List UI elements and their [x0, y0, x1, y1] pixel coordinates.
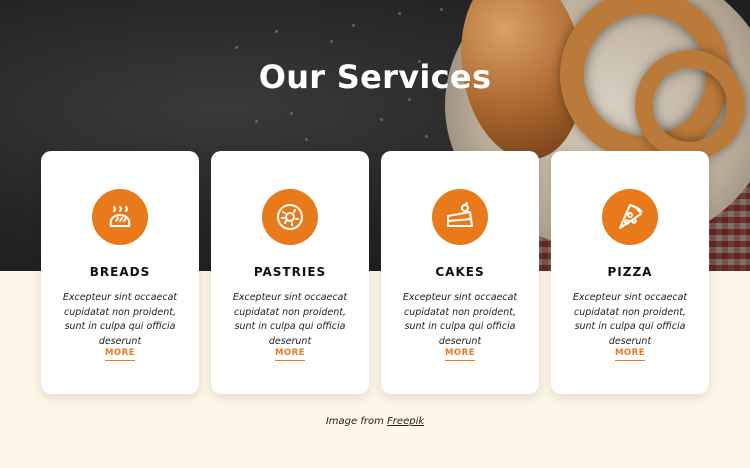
- seed-speck: [408, 98, 411, 101]
- page-title: Our Services: [258, 58, 492, 96]
- bread-icon: [92, 189, 148, 245]
- seed-speck: [352, 24, 355, 27]
- donut-icon: [262, 189, 318, 245]
- freepik-link[interactable]: Freepik: [387, 416, 424, 427]
- credit-prefix: Image from: [325, 416, 384, 427]
- seed-speck: [290, 112, 293, 115]
- seed-speck: [305, 138, 308, 141]
- seed-speck: [235, 46, 238, 49]
- seed-speck: [330, 40, 333, 43]
- service-title: CAKES: [435, 265, 485, 279]
- service-card-breads: BREADS Excepteur sint occaecat cupidatat…: [41, 151, 199, 394]
- service-description: Excepteur sint occaecat cupidatat non pr…: [572, 292, 688, 347]
- seed-speck: [398, 12, 401, 15]
- cake-icon: [432, 189, 488, 245]
- seed-speck: [255, 120, 258, 123]
- service-title: PIZZA: [607, 265, 653, 279]
- service-title: PASTRIES: [253, 265, 327, 279]
- service-card-pastries: PASTRIES Excepteur sint occaecat cupidat…: [211, 151, 369, 394]
- service-card-cakes: CAKES Excepteur sint occaecat cupidatat …: [381, 151, 539, 394]
- more-link-container: MORE: [41, 348, 199, 361]
- more-link[interactable]: MORE: [614, 348, 646, 361]
- image-credit: Image from Freepik: [0, 416, 750, 427]
- seed-speck: [440, 8, 443, 11]
- service-description: Excepteur sint occaecat cupidatat non pr…: [232, 292, 348, 347]
- more-link-container: MORE: [551, 348, 709, 361]
- service-title: BREADS: [89, 265, 151, 279]
- more-link[interactable]: MORE: [104, 348, 136, 361]
- service-description: Excepteur sint occaecat cupidatat non pr…: [62, 292, 178, 347]
- more-link-container: MORE: [381, 348, 539, 361]
- pizza-icon: [602, 189, 658, 245]
- service-card-pizza: PIZZA Excepteur sint occaecat cupidatat …: [551, 151, 709, 394]
- more-link[interactable]: MORE: [274, 348, 306, 361]
- service-description: Excepteur sint occaecat cupidatat non pr…: [402, 292, 518, 347]
- more-link-container: MORE: [211, 348, 369, 361]
- seed-speck: [380, 118, 383, 121]
- seed-speck: [425, 135, 428, 138]
- more-link[interactable]: MORE: [444, 348, 476, 361]
- seed-speck: [275, 30, 278, 33]
